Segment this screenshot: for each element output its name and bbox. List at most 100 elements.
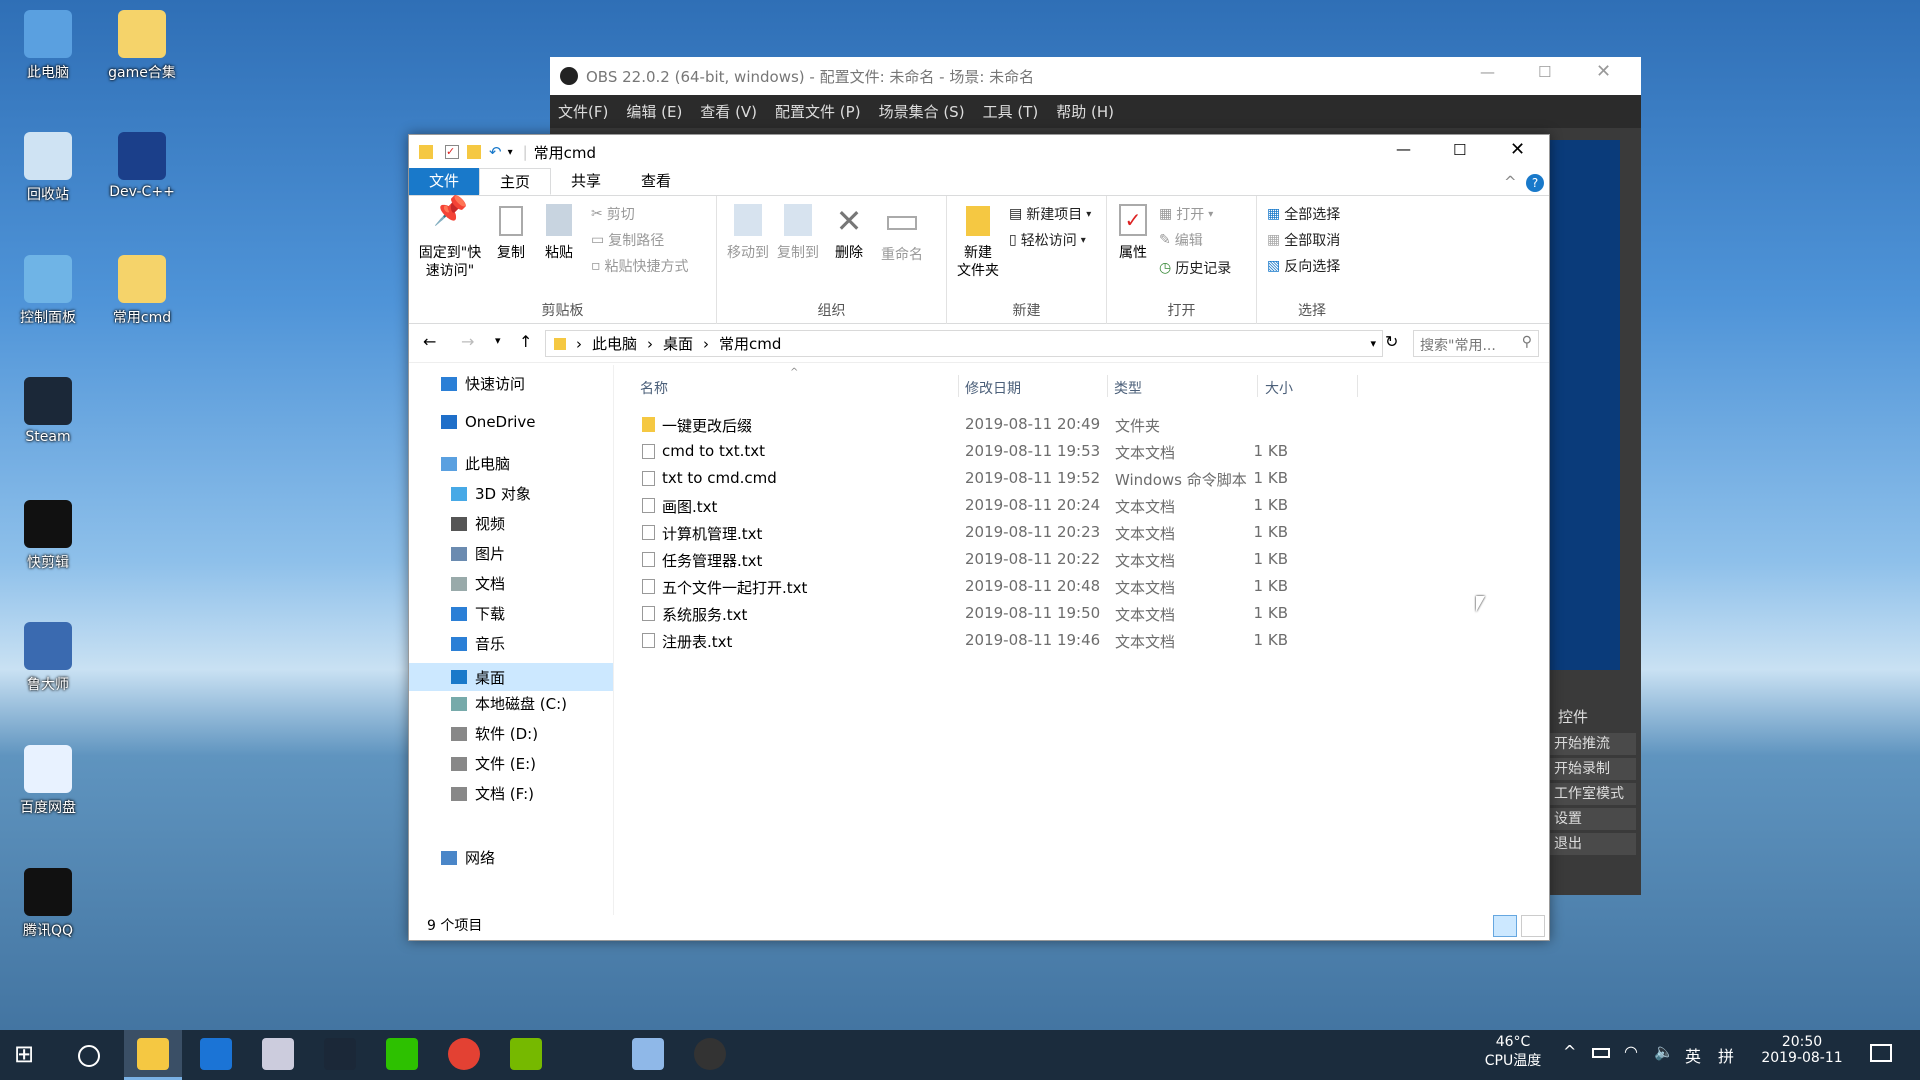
wechat-icon[interactable]: [386, 1038, 418, 1070]
explorer-title-bar[interactable]: ✓ ↶ ▾ | 常用cmd — ☐ ✕: [409, 135, 1549, 169]
nav-item[interactable]: 本地磁盘 (C:): [451, 693, 567, 714]
nav-item[interactable]: 文件 (E:): [451, 753, 536, 774]
file-row[interactable]: 任务管理器.txt 2019-08-11 20:22 文本文档 1 KB: [638, 546, 1518, 573]
desktop-icon[interactable]: 鲁大师: [8, 622, 88, 694]
file-row[interactable]: 计算机管理.txt 2019-08-11 20:23 文本文档 1 KB: [638, 519, 1518, 546]
column-type[interactable]: 类型: [1114, 378, 1142, 398]
tab-share[interactable]: 共享: [551, 168, 621, 195]
breadcrumb[interactable]: › 此电脑 › 桌面 › 常用cmd ▾: [545, 330, 1383, 357]
new-folder-button[interactable]: 新建 文件夹: [953, 202, 1003, 280]
obs-menu-item[interactable]: 文件(F): [558, 101, 608, 122]
rename-button[interactable]: 重命名: [877, 202, 927, 264]
explorer-taskbar-icon[interactable]: [137, 1038, 169, 1070]
obs-menu-item[interactable]: 查看 (V): [700, 101, 757, 122]
obs-title-bar[interactable]: OBS 22.0.2 (64-bit, windows) - 配置文件: 未命名…: [550, 57, 1641, 95]
copy-button[interactable]: 复制: [489, 202, 533, 262]
up-icon[interactable]: ↑: [519, 332, 532, 351]
file-row[interactable]: 画图.txt 2019-08-11 20:24 文本文档 1 KB: [638, 492, 1518, 519]
file-row[interactable]: cmd to txt.txt 2019-08-11 19:53 文本文档 1 KB: [638, 438, 1518, 465]
nav-network[interactable]: 网络: [441, 847, 495, 868]
tab-home[interactable]: 主页: [479, 168, 552, 195]
invert-selection-button[interactable]: ▧ 反向选择: [1267, 256, 1340, 276]
tray-chevron-icon[interactable]: ^: [1563, 1042, 1576, 1061]
close-icon[interactable]: ✕: [1510, 139, 1525, 160]
desktop-icon[interactable]: 百度网盘: [8, 745, 88, 817]
edge-icon[interactable]: [200, 1038, 232, 1070]
notepad-icon[interactable]: [632, 1038, 664, 1070]
nav-item[interactable]: 3D 对象: [451, 483, 531, 504]
search-circle-icon[interactable]: [78, 1045, 100, 1067]
column-size[interactable]: 大小: [1265, 378, 1293, 398]
search-input[interactable]: 搜索"常用... ⚲: [1413, 330, 1539, 357]
chrome-icon[interactable]: [448, 1038, 480, 1070]
battery-icon[interactable]: [1592, 1048, 1610, 1058]
obs-control-button[interactable]: 工作室模式: [1548, 783, 1636, 805]
nav-quick-access[interactable]: 快速访问: [441, 373, 525, 394]
paste-shortcut-button[interactable]: ▫ 粘贴快捷方式: [591, 256, 689, 276]
chevron-down-icon[interactable]: ▾: [508, 147, 513, 158]
maximize-icon[interactable]: ☐: [1453, 141, 1466, 159]
volume-icon[interactable]: 🔈: [1654, 1042, 1674, 1061]
back-icon[interactable]: ←: [423, 332, 436, 351]
file-row[interactable]: 一键更改后缀 2019-08-11 20:49 文件夹: [638, 411, 1518, 438]
properties-button[interactable]: ✓ 属性: [1111, 202, 1155, 262]
obs-menu-item[interactable]: 工具 (T): [983, 101, 1039, 122]
desktop-icon[interactable]: Dev-C++: [102, 132, 182, 200]
desktop-icon[interactable]: 快剪辑: [8, 500, 88, 572]
minimize-icon[interactable]: —: [1396, 140, 1411, 158]
select-all-button[interactable]: ▦ 全部选择: [1267, 204, 1340, 224]
nav-onedrive[interactable]: OneDrive: [441, 413, 536, 431]
start-button[interactable]: ⊞: [14, 1042, 40, 1068]
properties-quick-icon[interactable]: ✓: [445, 145, 459, 159]
cut-button[interactable]: ✂ 剪切: [591, 204, 635, 224]
breadcrumb-desktop[interactable]: 桌面: [663, 333, 693, 354]
close-icon[interactable]: ✕: [1596, 61, 1611, 82]
history-button[interactable]: ◷ 历史记录: [1159, 258, 1231, 278]
chevron-down-icon[interactable]: ▾: [1370, 337, 1376, 350]
obs-menu-item[interactable]: 配置文件 (P): [775, 101, 861, 122]
nav-item[interactable]: 下载: [451, 603, 505, 624]
obs-control-button[interactable]: 开始推流: [1548, 733, 1636, 755]
recent-chevron-icon[interactable]: ▾: [495, 334, 501, 347]
pin-quick-access-button[interactable]: 📌 固定到"快速访问": [415, 197, 485, 280]
chevron-up-icon[interactable]: ^: [1504, 173, 1517, 191]
obs-control-button[interactable]: 退出: [1548, 833, 1636, 855]
copy-path-button[interactable]: ▭ 复制路径: [591, 230, 664, 250]
obs-control-button[interactable]: 设置: [1548, 808, 1636, 830]
tab-file[interactable]: 文件: [409, 168, 480, 195]
desktop-icon[interactable]: game合集: [102, 10, 182, 82]
clock[interactable]: 20:50 2019-08-11: [1752, 1034, 1852, 1066]
open-button[interactable]: ▦ 打开 ▾: [1159, 204, 1213, 224]
nav-item[interactable]: 桌面: [409, 663, 613, 691]
notification-icon[interactable]: [1870, 1044, 1892, 1062]
desktop-icon[interactable]: 控制面板: [8, 255, 88, 327]
delete-button[interactable]: ✕ 删除: [827, 202, 871, 262]
move-to-button[interactable]: 移动到: [723, 202, 773, 262]
nav-item[interactable]: 音乐: [451, 633, 505, 654]
nvidia-icon[interactable]: [510, 1038, 542, 1070]
paste-button[interactable]: 粘贴: [537, 202, 581, 262]
undo-icon[interactable]: ↶: [489, 143, 502, 161]
obs-taskbar-icon[interactable]: [694, 1038, 726, 1070]
minimize-icon[interactable]: —: [1480, 63, 1495, 81]
new-folder-quick-icon[interactable]: [467, 145, 481, 159]
desktop-icon[interactable]: 此电脑: [8, 10, 88, 82]
large-icons-view-icon[interactable]: [1521, 915, 1545, 937]
nav-item[interactable]: 文档 (F:): [451, 783, 534, 804]
nav-item[interactable]: 文档: [451, 573, 505, 594]
tab-view[interactable]: 查看: [621, 168, 691, 195]
obs-menu-item[interactable]: 场景集合 (S): [879, 101, 965, 122]
nav-item[interactable]: 软件 (D:): [451, 723, 538, 744]
ime-mode[interactable]: 拼: [1718, 1043, 1734, 1067]
file-row[interactable]: txt to cmd.cmd 2019-08-11 19:52 Windows 命令…: [638, 465, 1518, 492]
column-name[interactable]: 名称: [640, 378, 668, 398]
file-explorer-window[interactable]: ✓ ↶ ▾ | 常用cmd — ☐ ✕ 文件 主页 共享 查看 ^ ? 📌 固定…: [408, 134, 1550, 941]
nav-this-pc[interactable]: 此电脑: [441, 453, 510, 474]
obs-menu-item[interactable]: 编辑 (E): [626, 101, 682, 122]
steam-taskbar-icon[interactable]: [324, 1038, 356, 1070]
desktop-icon[interactable]: Steam: [8, 377, 88, 445]
forward-icon[interactable]: →: [461, 332, 474, 351]
nav-item[interactable]: 图片: [451, 543, 505, 564]
help-icon[interactable]: ?: [1526, 174, 1544, 192]
ime-indicator[interactable]: 英: [1685, 1043, 1701, 1067]
